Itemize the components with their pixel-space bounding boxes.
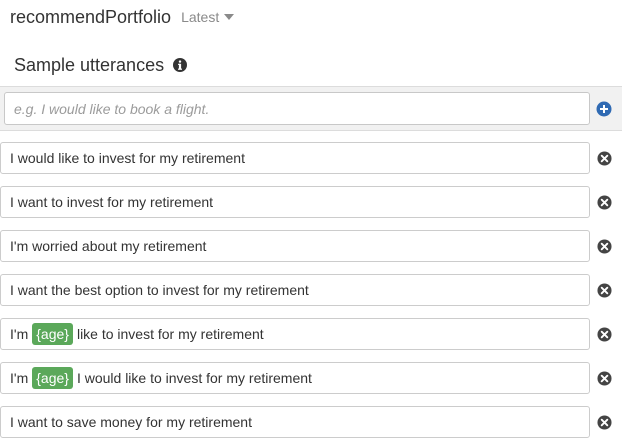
section-title-text: Sample utterances	[14, 54, 165, 75]
intent-name: recommendPortfolio	[10, 6, 172, 27]
utterance-text-field[interactable]: I want to save money for my retirement	[0, 406, 590, 438]
caret-down-icon	[224, 14, 235, 20]
utterance-row: I'm worried about my retirement	[0, 230, 640, 262]
utterance-text: I'm	[10, 326, 29, 342]
section-title: Sample utterances	[14, 52, 188, 78]
add-utterance-bar	[0, 86, 622, 131]
utterance-row: I would like to invest for my retirement	[0, 142, 640, 174]
remove-utterance-icon[interactable]	[597, 151, 612, 166]
slot-tag[interactable]: {age}	[32, 323, 73, 345]
utterance-row: I want the best option to invest for my …	[0, 274, 640, 306]
utterance-row: I'm {age} like to invest for my retirement	[0, 318, 640, 350]
add-utterance-input[interactable]	[4, 92, 590, 125]
remove-utterance-icon[interactable]	[597, 195, 612, 210]
utterance-text: I want to invest for my retirement	[10, 194, 214, 210]
utterance-text-field[interactable]: I want to invest for my retirement	[0, 186, 590, 218]
utterance-row: I want to invest for my retirement	[0, 186, 640, 218]
utterance-text: I'm worried about my retirement	[10, 238, 207, 254]
utterance-text: like to invest for my retirement	[76, 326, 264, 342]
utterance-text: I want the best option to invest for my …	[10, 282, 309, 298]
utterance-text: I would like to invest for my retirement	[76, 370, 312, 386]
remove-utterance-icon[interactable]	[597, 239, 612, 254]
remove-utterance-icon[interactable]	[597, 327, 612, 342]
utterance-row: I'm {age} I would like to invest for my re…	[0, 362, 640, 394]
utterance-text-field[interactable]: I'm {age} I would like to invest for my re…	[0, 362, 590, 394]
utterance-text: I'm	[10, 370, 29, 386]
utterance-text-field[interactable]: I'm worried about my retirement	[0, 230, 590, 262]
utterance-text-field[interactable]: I would like to invest for my retirement	[0, 142, 590, 174]
version-dropdown[interactable]: Latest	[181, 9, 235, 25]
remove-utterance-icon[interactable]	[597, 415, 612, 430]
slot-tag[interactable]: {age}	[32, 367, 73, 389]
utterance-text-field[interactable]: I want the best option to invest for my …	[0, 274, 590, 306]
version-label: Latest	[181, 9, 220, 25]
utterance-row: I want to save money for my retirement	[0, 406, 640, 438]
utterance-text-field[interactable]: I'm {age} like to invest for my retirement	[0, 318, 590, 350]
utterance-text: I would like to invest for my retirement	[10, 150, 245, 166]
plus-circle-icon[interactable]	[596, 101, 612, 117]
remove-utterance-icon[interactable]	[597, 371, 612, 386]
remove-utterance-icon[interactable]	[597, 283, 612, 298]
intent-header: recommendPortfolio Latest	[10, 4, 235, 30]
utterance-text: I want to save money for my retirement	[10, 414, 252, 430]
info-icon[interactable]	[172, 57, 188, 73]
